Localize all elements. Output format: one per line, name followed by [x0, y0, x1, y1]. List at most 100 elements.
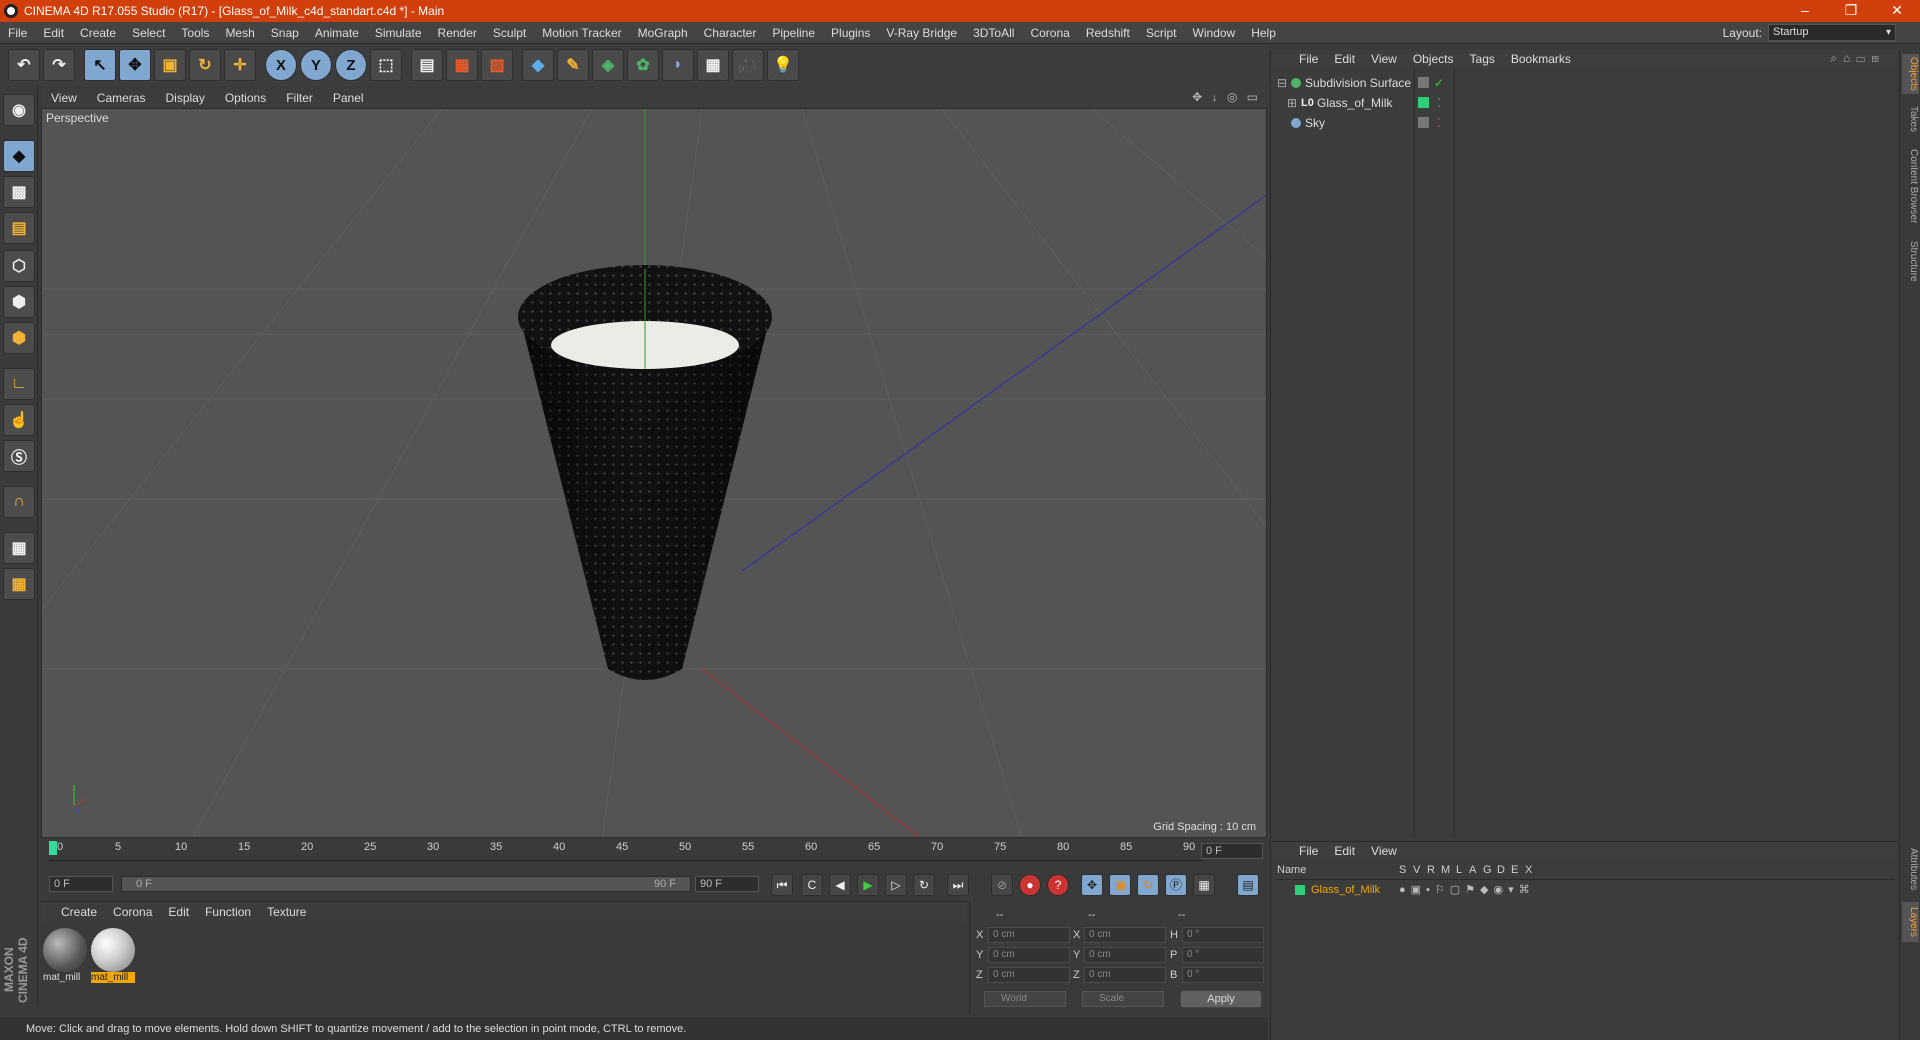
snap-icon[interactable]: Ⓢ [3, 440, 35, 472]
mograph-cloner-icon[interactable]: ✿ [627, 49, 659, 81]
size-x-field[interactable]: 0 cm [1084, 927, 1166, 943]
viewport-menu-display[interactable]: Display [155, 91, 214, 105]
menu-snap[interactable]: Snap [263, 22, 307, 44]
layer-row-glass-of-milk[interactable]: Glass_of_Milk ●▣▪⚐▢⚑◆◉▾⌘ [1271, 882, 1896, 898]
size-mode-dropdown[interactable]: Scale [1082, 991, 1164, 1007]
floor-grid-icon[interactable]: ▦ [697, 49, 729, 81]
material-name-selected[interactable]: mat_mill [91, 972, 135, 983]
tab-layers[interactable]: Layers [1902, 902, 1919, 942]
layer-color-icon[interactable] [1295, 885, 1305, 895]
viewport-menu-cameras[interactable]: Cameras [87, 91, 156, 105]
next-frame-icon[interactable]: ▷ [885, 874, 907, 896]
axis-mode-icon[interactable]: ∟ [3, 368, 35, 400]
move-tool-icon[interactable]: ✥ [119, 49, 151, 81]
layer-color-icon[interactable] [1418, 97, 1429, 108]
menu-plugins[interactable]: Plugins [823, 22, 878, 44]
menu-motion-tracker[interactable]: Motion Tracker [534, 22, 629, 44]
redo-icon[interactable]: ↷ [43, 49, 75, 81]
timeline-ruler[interactable]: 0 5 10 15 20 25 30 35 40 45 50 55 60 65 … [41, 839, 1267, 863]
workplane-mode-icon[interactable]: ▤ [3, 212, 35, 244]
material-menu-edit[interactable]: Edit [160, 905, 197, 919]
objects-menu-edit[interactable]: Edit [1326, 52, 1363, 66]
current-frame-field[interactable]: 0 F [1201, 843, 1263, 859]
next-key-icon[interactable]: ↻ [913, 874, 935, 896]
key-pla-icon[interactable]: ▦ [1193, 874, 1215, 896]
material-thumbnail[interactable] [43, 928, 87, 972]
viewport-menu-view[interactable]: View [41, 91, 87, 105]
menu-create[interactable]: Create [72, 22, 124, 44]
visibility-dots-icon[interactable]: ⁚ [1437, 114, 1441, 132]
menu-file[interactable]: File [0, 22, 35, 44]
object-row-glass-of-milk[interactable]: ⊞ L0 Glass_of_Milk ⁚ [1271, 94, 1896, 112]
objects-menu-view[interactable]: View [1363, 52, 1405, 66]
key-scale-icon[interactable]: ▣ [1109, 874, 1131, 896]
size-z-field[interactable]: 0 cm [1084, 967, 1166, 983]
menu-vray-bridge[interactable]: V-Ray Bridge [878, 22, 965, 44]
pen-spline-icon[interactable]: ✎ [557, 49, 589, 81]
menu-pipeline[interactable]: Pipeline [764, 22, 823, 44]
viewport-menu-filter[interactable]: Filter [276, 91, 323, 105]
menu-tools[interactable]: Tools [173, 22, 217, 44]
menu-script[interactable]: Script [1138, 22, 1185, 44]
material-name[interactable]: mat_mill [43, 972, 87, 983]
tab-attributes[interactable]: Attributes [1902, 842, 1919, 896]
rotation-h-field[interactable]: 0 ° [1182, 927, 1264, 943]
menu-redshift[interactable]: Redshift [1078, 22, 1138, 44]
menu-help[interactable]: Help [1243, 22, 1284, 44]
rotation-p-field[interactable]: 0 ° [1182, 947, 1264, 963]
layer-toggle-icons[interactable]: ●▣▪⚐▢⚑◆◉▾⌘ [1399, 882, 1535, 898]
objects-menu-tags[interactable]: Tags [1462, 52, 1503, 66]
scale-tool-icon[interactable]: ▣ [154, 49, 186, 81]
material-thumbnail-selected[interactable] [91, 928, 135, 972]
layout-dropdown[interactable]: Startup [1768, 24, 1896, 41]
layer-name[interactable]: Glass_of_Milk [1311, 882, 1380, 898]
tweak-mode-icon[interactable]: ☝ [3, 404, 35, 436]
key-position-icon[interactable]: ✥ [1081, 874, 1103, 896]
points-mode-icon[interactable]: ⬡ [3, 250, 35, 282]
undo-icon[interactable]: ↶ [8, 49, 40, 81]
objects-menu-bookmarks[interactable]: Bookmarks [1503, 52, 1579, 66]
playhead-marker[interactable] [49, 841, 57, 855]
menu-window[interactable]: Window [1185, 22, 1244, 44]
layer-indicator-icon[interactable] [1418, 117, 1429, 128]
tab-objects[interactable]: Objects [1902, 54, 1919, 94]
polygons-mode-icon[interactable]: ⬢ [3, 322, 35, 354]
restore-button[interactable]: ❐ [1828, 0, 1874, 22]
menu-render[interactable]: Render [430, 22, 485, 44]
viewport-menu-options[interactable]: Options [215, 91, 276, 105]
tab-structure[interactable]: Structure [1902, 236, 1919, 286]
viewport-navigation-icons[interactable]: ✥ ↓ ◎ ▭ [1192, 90, 1261, 104]
coordinate-space-dropdown[interactable]: World [984, 991, 1066, 1007]
object-name[interactable]: Glass_of_Milk [1317, 94, 1392, 112]
object-name[interactable]: Sky [1305, 114, 1325, 132]
subdivision-surface-icon[interactable]: ◈ [592, 49, 624, 81]
enabled-check-icon[interactable]: ✓ [1434, 74, 1444, 92]
menu-select[interactable]: Select [124, 22, 173, 44]
menu-mesh[interactable]: Mesh [217, 22, 262, 44]
render-view-icon[interactable]: ▤ [411, 49, 443, 81]
tab-content-browser[interactable]: Content Browser [1902, 144, 1919, 228]
material-menu-function[interactable]: Function [197, 905, 259, 919]
previous-frame-icon[interactable]: ◀ [829, 874, 851, 896]
rotate-tool-icon[interactable]: ↻ [189, 49, 221, 81]
expand-toggle-icon[interactable]: ⊞ [1287, 94, 1297, 112]
coordinate-system-icon[interactable]: ⬚ [370, 49, 402, 81]
material-menu-texture[interactable]: Texture [259, 905, 314, 919]
objects-menu-objects[interactable]: Objects [1405, 52, 1462, 66]
light-icon[interactable]: 💡 [767, 49, 799, 81]
texture-mode-icon[interactable]: ▩ [3, 176, 35, 208]
autokey-icon[interactable]: ? [1047, 874, 1069, 896]
object-name[interactable]: Subdivision Surface [1305, 74, 1411, 92]
previous-key-icon[interactable]: C [801, 874, 823, 896]
transform-tool-icon[interactable]: ✛ [224, 49, 256, 81]
cube-primitive-icon[interactable]: ◆ [522, 49, 554, 81]
layers-menu-view[interactable]: View [1363, 844, 1405, 858]
magnet-icon[interactable]: ∩ [3, 486, 35, 518]
perspective-viewport[interactable]: Perspective Grid Spacing : 10 cm [41, 108, 1267, 838]
layer-indicator-icon[interactable] [1418, 77, 1429, 88]
menu-mograph[interactable]: MoGraph [630, 22, 696, 44]
frame-range-slider[interactable]: 0 F 90 F [121, 876, 691, 892]
x-axis-lock-icon[interactable]: X [265, 49, 297, 81]
objects-menu-file[interactable]: File [1291, 52, 1326, 66]
y-axis-lock-icon[interactable]: Y [300, 49, 332, 81]
